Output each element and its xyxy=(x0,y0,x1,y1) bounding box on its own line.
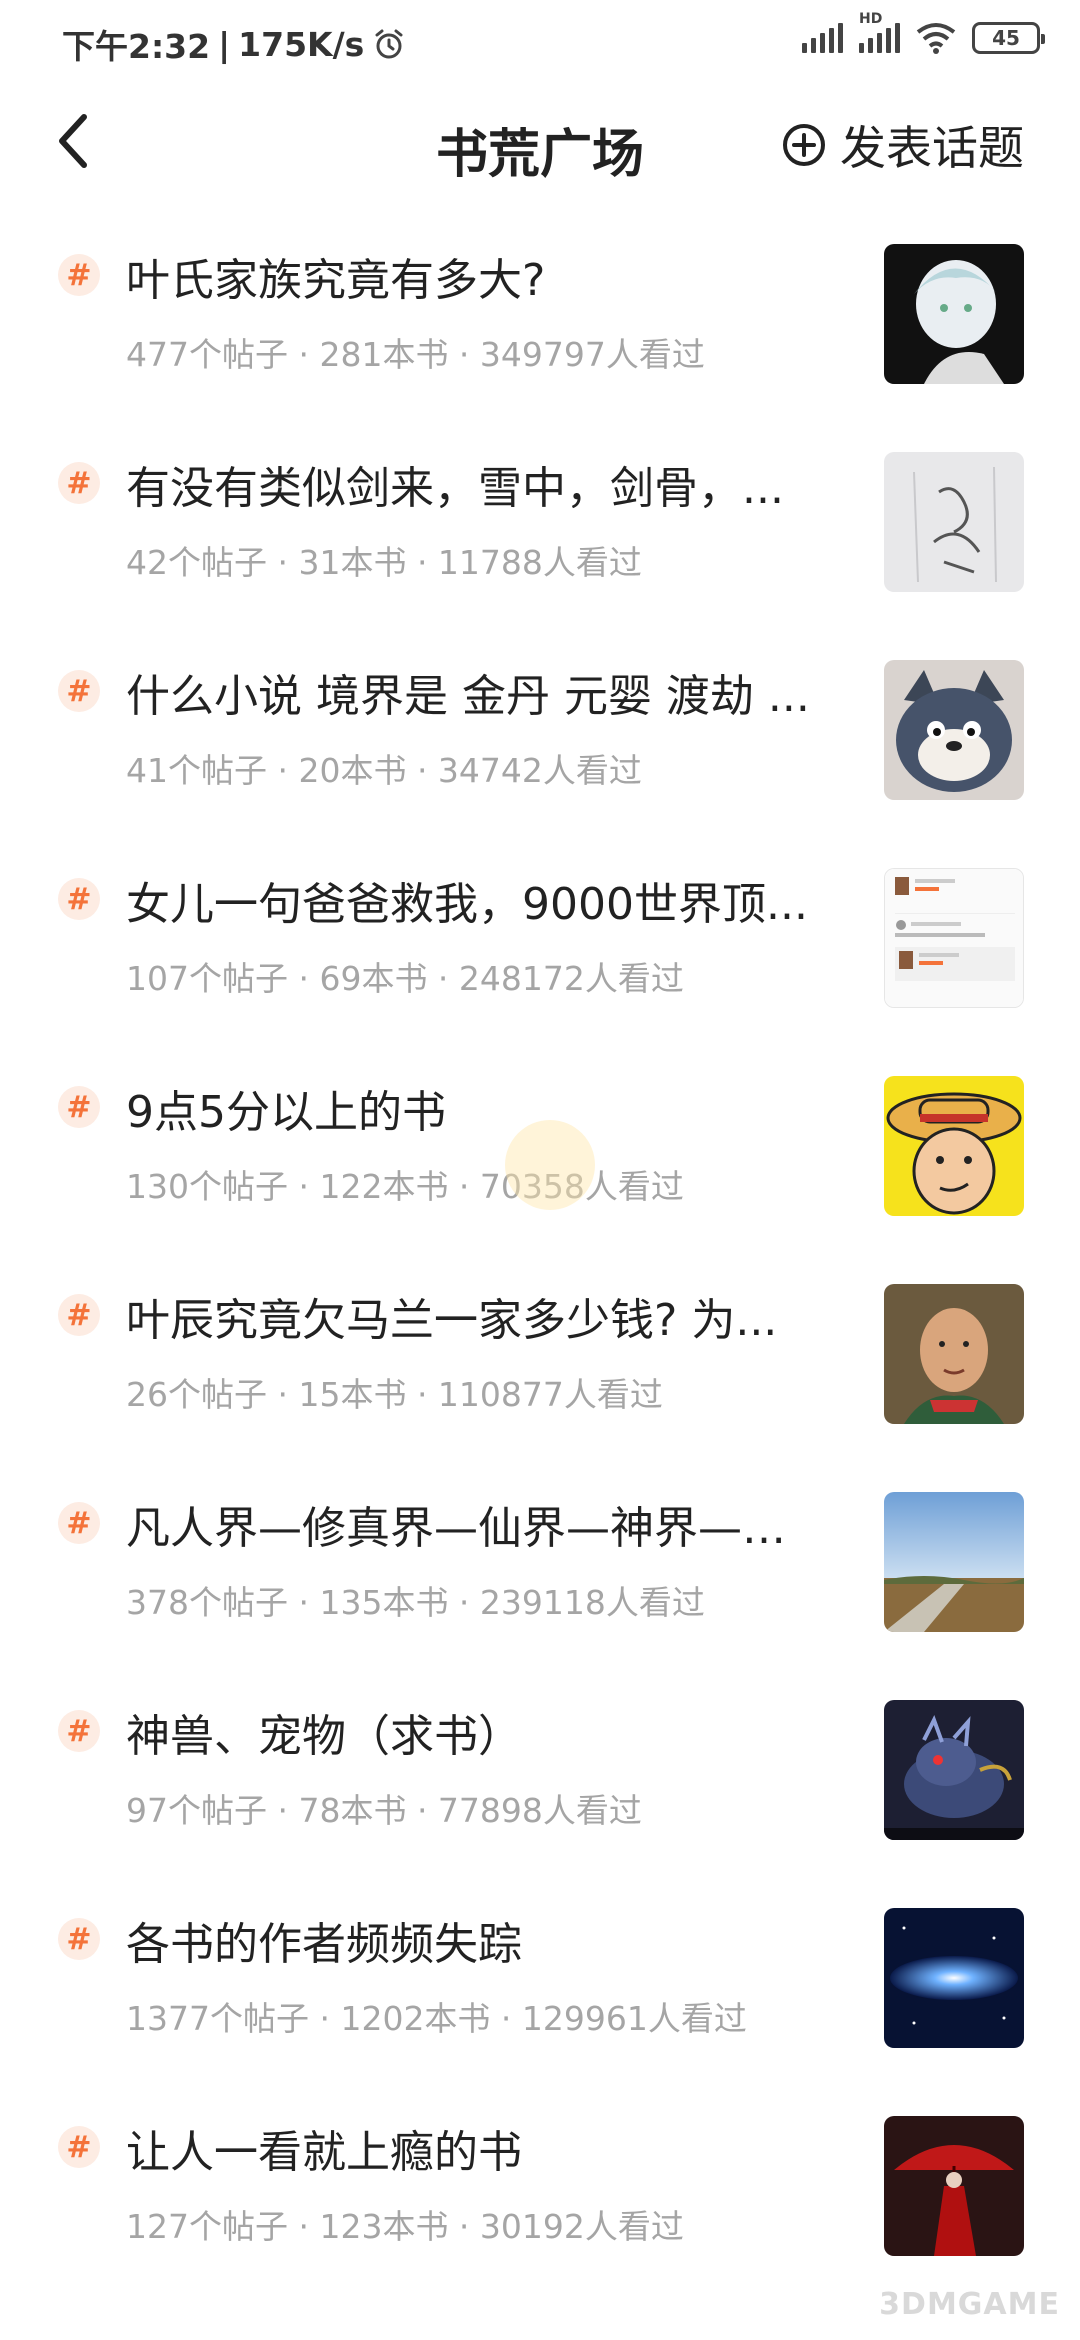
topic-item[interactable]: # 神兽、宠物（求书） 97个帖子 · 78本书 · 77898人看过 xyxy=(0,1680,1080,1888)
beast-illustration-thumbnail xyxy=(884,1700,1024,1840)
topic-list: # 叶氏家族究竟有多大? 477个帖子 · 281本书 · 349797人看过 … xyxy=(0,224,1080,2304)
topic-title: 凡人界—修真界—仙界—神界—圣... xyxy=(126,1503,826,1554)
topic-stats: 41个帖子 · 20本书 · 34742人看过 xyxy=(126,751,642,790)
topic-stats: 26个帖子 · 15本书 · 110877人看过 xyxy=(126,1375,663,1414)
topic-item[interactable]: # 什么小说 境界是 金丹 元婴 渡劫 ... 41个帖子 · 20本书 · 3… xyxy=(0,640,1080,848)
alarm-icon xyxy=(375,29,403,59)
hash-icon: # xyxy=(58,1086,100,1128)
galaxy-thumbnail xyxy=(884,1908,1024,2048)
wifi-icon xyxy=(916,23,956,54)
status-right: HD 45 xyxy=(802,11,1045,54)
landscape-photo-thumbnail xyxy=(884,1492,1024,1632)
topic-title: 什么小说 境界是 金丹 元婴 渡劫 ... xyxy=(126,671,810,722)
hd-label: HD xyxy=(859,11,883,27)
topic-title: 神兽、宠物（求书） xyxy=(126,1711,522,1762)
topic-title: 叶氏家族究竟有多大? xyxy=(126,255,546,306)
hd-signal-icon: HD xyxy=(859,11,900,53)
topic-stats: 477个帖子 · 281本书 · 349797人看过 xyxy=(126,335,705,374)
anime-avatar-thumbnail xyxy=(884,244,1024,384)
battery-level: 45 xyxy=(992,26,1020,50)
topic-stats: 130个帖子 · 122本书 · 70358人看过 xyxy=(126,1167,684,1206)
post-topic-button[interactable]: 发表话题 xyxy=(782,112,1024,178)
topic-title: 9点5分以上的书 xyxy=(126,1087,446,1138)
hash-icon: # xyxy=(58,878,100,920)
topic-title: 叶辰究竟欠马兰一家多少钱? 为... xyxy=(126,1295,778,1346)
battery-icon: 45 xyxy=(972,22,1045,54)
watermark-mascot-icon xyxy=(505,1120,595,1210)
nav-bar: 书荒广场 发表话题 xyxy=(0,88,1080,198)
topic-stats: 127个帖子 · 123本书 · 30192人看过 xyxy=(126,2207,684,2246)
topic-item[interactable]: # 女儿一句爸爸救我，9000世界顶... 107个帖子 · 69本书 · 24… xyxy=(0,848,1080,1056)
topic-stats: 107个帖子 · 69本书 · 248172人看过 xyxy=(126,959,684,998)
status-divider: | xyxy=(218,24,231,64)
status-left: 下午2:32 | 175K/s xyxy=(62,20,406,68)
topic-item[interactable]: # 各书的作者频频失踪 1377个帖子 · 1202本书 · 129961人看过 xyxy=(0,1888,1080,2096)
topic-item[interactable]: # 让人一看就上瘾的书 127个帖子 · 123本书 · 30192人看过 xyxy=(0,2096,1080,2304)
straw-hat-cartoon-thumbnail xyxy=(884,1076,1024,1216)
topic-stats: 97个帖子 · 78本书 · 77898人看过 xyxy=(126,1791,642,1830)
hash-icon: # xyxy=(58,1502,100,1544)
topic-title: 有没有类似剑来，雪中，剑骨，... xyxy=(126,463,784,514)
hash-icon: # xyxy=(58,254,100,296)
topic-title: 让人一看就上瘾的书 xyxy=(126,2127,522,2178)
watermark: 3DMGAME xyxy=(879,2287,1060,2322)
topic-stats: 378个帖子 · 135本书 · 239118人看过 xyxy=(126,1583,705,1622)
hash-icon: # xyxy=(58,1294,100,1336)
status-time: 下午2:32 xyxy=(62,27,211,66)
hash-icon: # xyxy=(58,1710,100,1752)
topic-title: 各书的作者频频失踪 xyxy=(126,1919,522,1970)
actor-photo-thumbnail xyxy=(884,1284,1024,1424)
screenshot-thumbnail xyxy=(884,868,1024,1008)
red-umbrella-thumbnail xyxy=(884,2116,1024,2256)
hash-icon: # xyxy=(58,670,100,712)
topic-title: 女儿一句爸爸救我，9000世界顶... xyxy=(126,879,808,930)
plus-circle-icon xyxy=(783,124,825,166)
handwriting-photo-thumbnail xyxy=(884,452,1024,592)
status-bar: 下午2:32 | 175K/s HD 45 xyxy=(0,0,1080,88)
hash-icon: # xyxy=(58,1918,100,1960)
topic-stats: 1377个帖子 · 1202本书 · 129961人看过 xyxy=(126,1999,747,2038)
cartoon-cat-thumbnail xyxy=(884,660,1024,800)
topic-stats: 42个帖子 · 31本书 · 11788人看过 xyxy=(126,543,642,582)
hash-icon: # xyxy=(58,462,100,504)
topic-item[interactable]: # 有没有类似剑来，雪中，剑骨，... 42个帖子 · 31本书 · 11788… xyxy=(0,432,1080,640)
topic-item[interactable]: # 叶氏家族究竟有多大? 477个帖子 · 281本书 · 349797人看过 xyxy=(0,224,1080,432)
post-topic-label: 发表话题 xyxy=(840,121,1024,175)
signal-icon xyxy=(802,23,843,53)
hash-icon: # xyxy=(58,2126,100,2168)
status-net-speed: 175K/s xyxy=(238,24,365,64)
topic-item[interactable]: # 凡人界—修真界—仙界—神界—圣... 378个帖子 · 135本书 · 23… xyxy=(0,1472,1080,1680)
topic-item[interactable]: # 叶辰究竟欠马兰一家多少钱? 为... 26个帖子 · 15本书 · 1108… xyxy=(0,1264,1080,1472)
